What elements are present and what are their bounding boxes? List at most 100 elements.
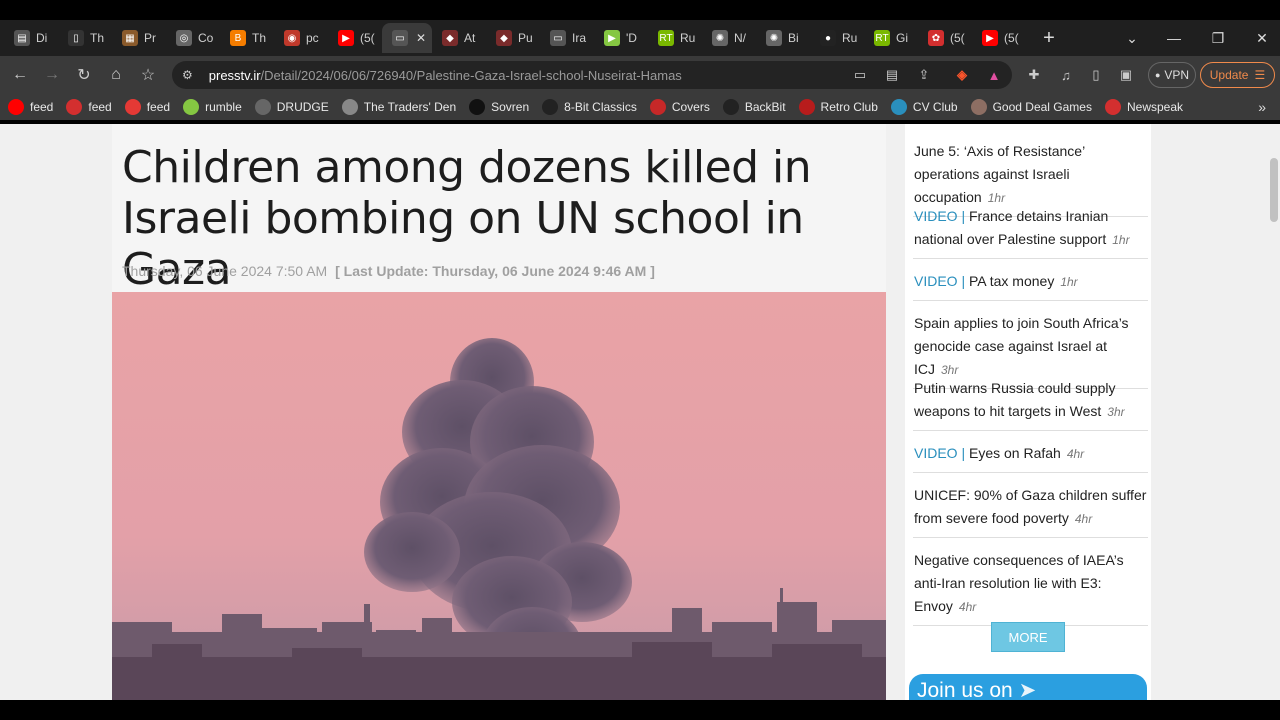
page-scrollbar[interactable]: [1268, 124, 1280, 700]
share-icon[interactable]: ⇪: [912, 63, 936, 87]
presstv-icon: ▭: [550, 30, 566, 46]
news-title[interactable]: UNICEF: 90% of Gaza children suffer from…: [914, 487, 1146, 526]
join-us-banner[interactable]: Join us on ➤: [909, 674, 1147, 700]
cast-icon[interactable]: ▭: [848, 63, 872, 87]
close-tab-icon[interactable]: ✕: [416, 31, 426, 45]
home-icon[interactable]: ⌂: [100, 59, 132, 91]
forward-icon[interactable]: →: [36, 59, 68, 91]
bookmark-item[interactable]: feed: [66, 99, 112, 115]
news-title[interactable]: Eyes on Rafah: [969, 445, 1061, 461]
bookmark-item[interactable]: feed: [8, 99, 53, 115]
tab-4[interactable]: B Th: [220, 23, 274, 53]
tab-label: Pu: [518, 31, 533, 45]
bottom-bezel: [0, 700, 1280, 720]
back-icon[interactable]: ←: [4, 59, 36, 91]
tab-9[interactable]: ◆ Pu: [486, 23, 540, 53]
tab-12[interactable]: RT Ru: [648, 23, 702, 53]
bookmark-item[interactable]: feed: [124, 99, 170, 115]
bookmark-item[interactable]: Good Deal Games: [970, 99, 1092, 115]
reader-icon[interactable]: ▤: [880, 63, 904, 87]
more-button[interactable]: MORE: [991, 622, 1065, 652]
media-icon[interactable]: ♫: [1054, 63, 1078, 87]
wallet-icon[interactable]: ▣: [1114, 63, 1138, 87]
bookmark-item[interactable]: 8-Bit Classics: [542, 99, 637, 115]
news-item[interactable]: Putin warns Russia could supply weapons …: [913, 377, 1148, 431]
tab-3[interactable]: ◎ Co: [166, 23, 220, 53]
presstv-icon: ▭: [392, 30, 408, 46]
tab-10[interactable]: ▭ Ira: [540, 23, 594, 53]
news-item[interactable]: VIDEO | PA tax money 1hr: [913, 270, 1148, 301]
drudge-icon: [254, 99, 271, 115]
tab-16[interactable]: RT Gi: [864, 23, 918, 53]
tab-14[interactable]: ✺ Bi: [756, 23, 810, 53]
rumble-icon: [183, 99, 200, 115]
site-settings-icon[interactable]: ⚙: [182, 68, 193, 82]
tab-search-icon[interactable]: ⌄: [1110, 20, 1154, 56]
bookmark-label: Good Deal Games: [992, 100, 1092, 114]
vpn-button[interactable]: ● VPN: [1148, 62, 1196, 88]
bookmarks-overflow-icon[interactable]: »: [1258, 94, 1266, 120]
tab-8[interactable]: ◆ At: [432, 23, 486, 53]
covers-icon: [649, 99, 666, 115]
tab-1[interactable]: ▯ Th: [58, 23, 112, 53]
bookmark-item[interactable]: The Traders' Den: [341, 99, 457, 115]
extensions-icon[interactable]: ✚: [1022, 63, 1046, 87]
minimize-icon[interactable]: —: [1152, 20, 1196, 56]
article-dateline: Thursday, 06 June 2024 7:50 AM [ Last Up…: [122, 263, 655, 279]
tab-17[interactable]: ✿ (5(: [918, 23, 972, 53]
bookmark-icon[interactable]: ☆: [132, 59, 164, 91]
bookmark-item[interactable]: Retro Club: [798, 99, 878, 115]
tab-label: 'D: [626, 31, 637, 45]
bookmark-item[interactable]: Covers: [649, 99, 710, 115]
published-date: Thursday, 06 June 2024 7:50 AM: [122, 263, 328, 279]
close-window-icon[interactable]: ✕: [1240, 20, 1280, 56]
tab-label: At: [464, 31, 476, 45]
news-item[interactable]: VIDEO | France detains Iranian national …: [913, 205, 1148, 259]
news-title[interactable]: Negative consequences of IAEA’s anti-Ira…: [914, 552, 1124, 614]
tab-5[interactable]: ◉ pc: [274, 23, 328, 53]
url-path: /Detail/2024/06/06/726940/Palestine-Gaza…: [260, 67, 682, 83]
blogger-icon: B: [230, 30, 246, 46]
news-item[interactable]: Negative consequences of IAEA’s anti-Ira…: [913, 549, 1148, 626]
update-button[interactable]: Update ☰: [1200, 62, 1275, 88]
new-tab-button[interactable]: +: [1034, 23, 1064, 53]
news-age: 1hr: [1112, 233, 1130, 247]
bookmark-label: The Traders' Den: [363, 100, 457, 114]
tab-18[interactable]: ▶ (5(: [972, 23, 1026, 53]
bookmark-item[interactable]: DRUDGE: [254, 99, 329, 115]
brave-rewards-icon[interactable]: ▲: [982, 63, 1006, 87]
tab-strip: ▤ Di ▯ Th ▦ Pr ◎ Co B Th ◉ pc ▶ (5(▭ ✕ ◆ At ◆ Pu ▭ Ira ▶ 'D RT R…: [0, 20, 1280, 56]
tab-15[interactable]: ● Ru: [810, 23, 864, 53]
brave-shields-icon[interactable]: ◈: [950, 63, 974, 87]
news-age: 3hr: [941, 363, 959, 377]
tab-6[interactable]: ▶ (5(: [328, 23, 382, 53]
bookmark-item[interactable]: Newspeak: [1104, 99, 1183, 115]
tab-label: Pr: [144, 31, 156, 45]
tab-0[interactable]: ▤ Di: [4, 23, 58, 53]
restore-icon[interactable]: ❐: [1196, 20, 1240, 56]
tab-label: Th: [90, 31, 105, 45]
news-title[interactable]: Putin warns Russia could supply weapons …: [914, 380, 1116, 419]
reload-icon[interactable]: ↻: [68, 59, 100, 91]
scrollbar-thumb[interactable]: [1270, 158, 1278, 222]
last-update-date: [ Last Update: Thursday, 06 June 2024 9:…: [335, 263, 655, 279]
news-item[interactable]: VIDEO | Eyes on Rafah 4hr: [913, 442, 1148, 473]
tab-13[interactable]: ✺ N/: [702, 23, 756, 53]
sidebar-icon[interactable]: ▯: [1084, 63, 1108, 87]
tab-label: Ru: [842, 31, 858, 45]
sovren-icon: [469, 99, 486, 115]
tab-11[interactable]: ▶ 'D: [594, 23, 648, 53]
tab-7[interactable]: ▭ ✕: [382, 23, 432, 53]
bookmark-item[interactable]: CV Club: [890, 99, 958, 115]
tab-label: Gi: [896, 31, 908, 45]
bookmark-item[interactable]: rumble: [183, 99, 242, 115]
tab-2[interactable]: ▦ Pr: [112, 23, 166, 53]
rocket-icon: ◆: [496, 30, 512, 46]
bookmark-item[interactable]: Sovren: [469, 99, 529, 115]
news-title[interactable]: PA tax money: [969, 273, 1054, 289]
flower-icon: [66, 99, 83, 115]
youtube-icon: ▶: [338, 30, 354, 46]
news-item[interactable]: UNICEF: 90% of Gaza children suffer from…: [913, 484, 1148, 538]
bookmark-item[interactable]: BackBit: [722, 99, 786, 115]
bookmark-label: rumble: [205, 100, 242, 114]
